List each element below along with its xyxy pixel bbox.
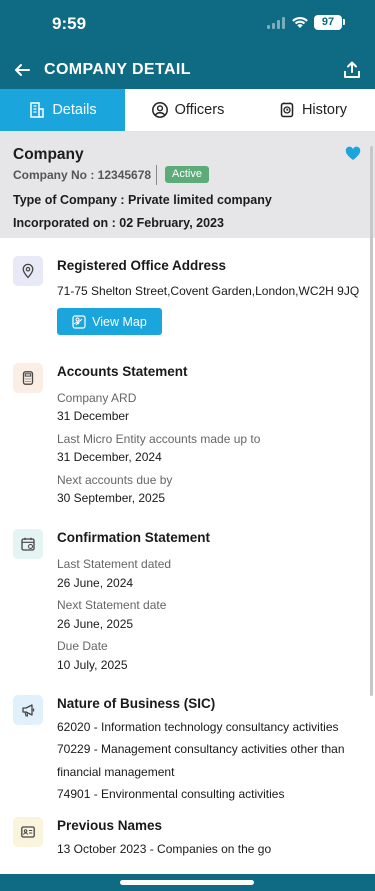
micro-accounts-label: Last Micro Entity accounts made up to — [57, 432, 261, 446]
last-statement-value: 26 June, 2024 — [57, 576, 134, 590]
view-map-button[interactable]: View Map — [57, 308, 162, 335]
sic-line: financial management — [57, 765, 175, 779]
tab-bar: Details Officers History — [0, 89, 375, 132]
company-title: Company — [13, 146, 84, 163]
tab-officers-label: Officers — [174, 102, 225, 118]
confirmation-heading: Confirmation Statement — [57, 530, 211, 545]
app-header: 9:59 97 COMPANY DETAIL — [0, 0, 375, 89]
previous-name-item: 13 October 2023 - Companies on the go — [57, 842, 272, 856]
accounts-heading: Accounts Statement — [57, 364, 188, 379]
tab-details[interactable]: Details — [0, 89, 125, 131]
status-badge: Active — [165, 166, 209, 183]
due-date-value: 10 July, 2025 — [57, 658, 128, 672]
incorporation-date: Incorporated on : 02 February, 2023 — [13, 216, 224, 230]
building-icon — [30, 102, 45, 118]
company-number: Company No : 12345678 — [13, 168, 152, 182]
company-type: Type of Company : Private limited compan… — [13, 193, 272, 207]
home-indicator[interactable] — [120, 880, 254, 885]
status-time: 9:59 — [52, 14, 87, 33]
cellular-signal-icon — [267, 17, 285, 29]
calculator-icon — [13, 363, 43, 393]
id-card-icon — [13, 817, 43, 847]
company-summary-card: Company Company No : 12345678 Active Typ… — [0, 132, 375, 238]
previous-names-heading: Previous Names — [57, 818, 163, 833]
office-heading: Registered Office Address — [57, 258, 227, 273]
megaphone-icon — [13, 695, 43, 725]
heart-icon[interactable] — [345, 146, 361, 161]
tab-history[interactable]: History — [250, 89, 375, 131]
user-circle-icon — [151, 102, 168, 118]
location-pin-icon — [13, 256, 43, 286]
ard-value: 31 December — [57, 409, 130, 423]
battery-tip — [343, 19, 345, 25]
battery-icon: 97 — [314, 15, 342, 30]
office-address: 71-75 Shelton Street,Covent Garden,Londo… — [57, 284, 360, 298]
map-icon — [72, 314, 86, 329]
history-icon — [280, 102, 294, 118]
divider — [156, 165, 157, 185]
accounts-due-label: Next accounts due by — [57, 473, 173, 487]
share-icon[interactable] — [342, 60, 362, 80]
tab-details-label: Details — [52, 102, 97, 118]
due-date-label: Due Date — [57, 639, 108, 653]
nature-heading: Nature of Business (SIC) — [57, 696, 216, 711]
last-statement-label: Last Statement dated — [57, 557, 172, 571]
calendar-icon — [13, 529, 43, 559]
back-arrow-icon[interactable] — [12, 60, 32, 80]
next-statement-label: Next Statement date — [57, 598, 167, 612]
accounts-due-value: 30 September, 2025 — [57, 491, 166, 505]
sic-line: 70229 - Management consultancy activitie… — [57, 742, 345, 756]
ard-label: Company ARD — [57, 391, 137, 405]
page-title: COMPANY DETAIL — [44, 61, 191, 78]
status-bar: 9:59 97 — [0, 0, 375, 48]
sic-line: 62020 - Information technology consultan… — [57, 720, 339, 734]
sic-line: 74901 - Environmental consulting activit… — [57, 787, 285, 801]
tab-officers[interactable]: Officers — [125, 89, 250, 131]
next-statement-value: 26 June, 2025 — [57, 617, 134, 631]
tab-history-label: History — [301, 102, 348, 118]
micro-accounts-value: 31 December, 2024 — [57, 450, 162, 464]
wifi-icon — [292, 16, 308, 28]
view-map-label: View Map — [92, 314, 147, 329]
scrollbar[interactable] — [370, 146, 373, 696]
